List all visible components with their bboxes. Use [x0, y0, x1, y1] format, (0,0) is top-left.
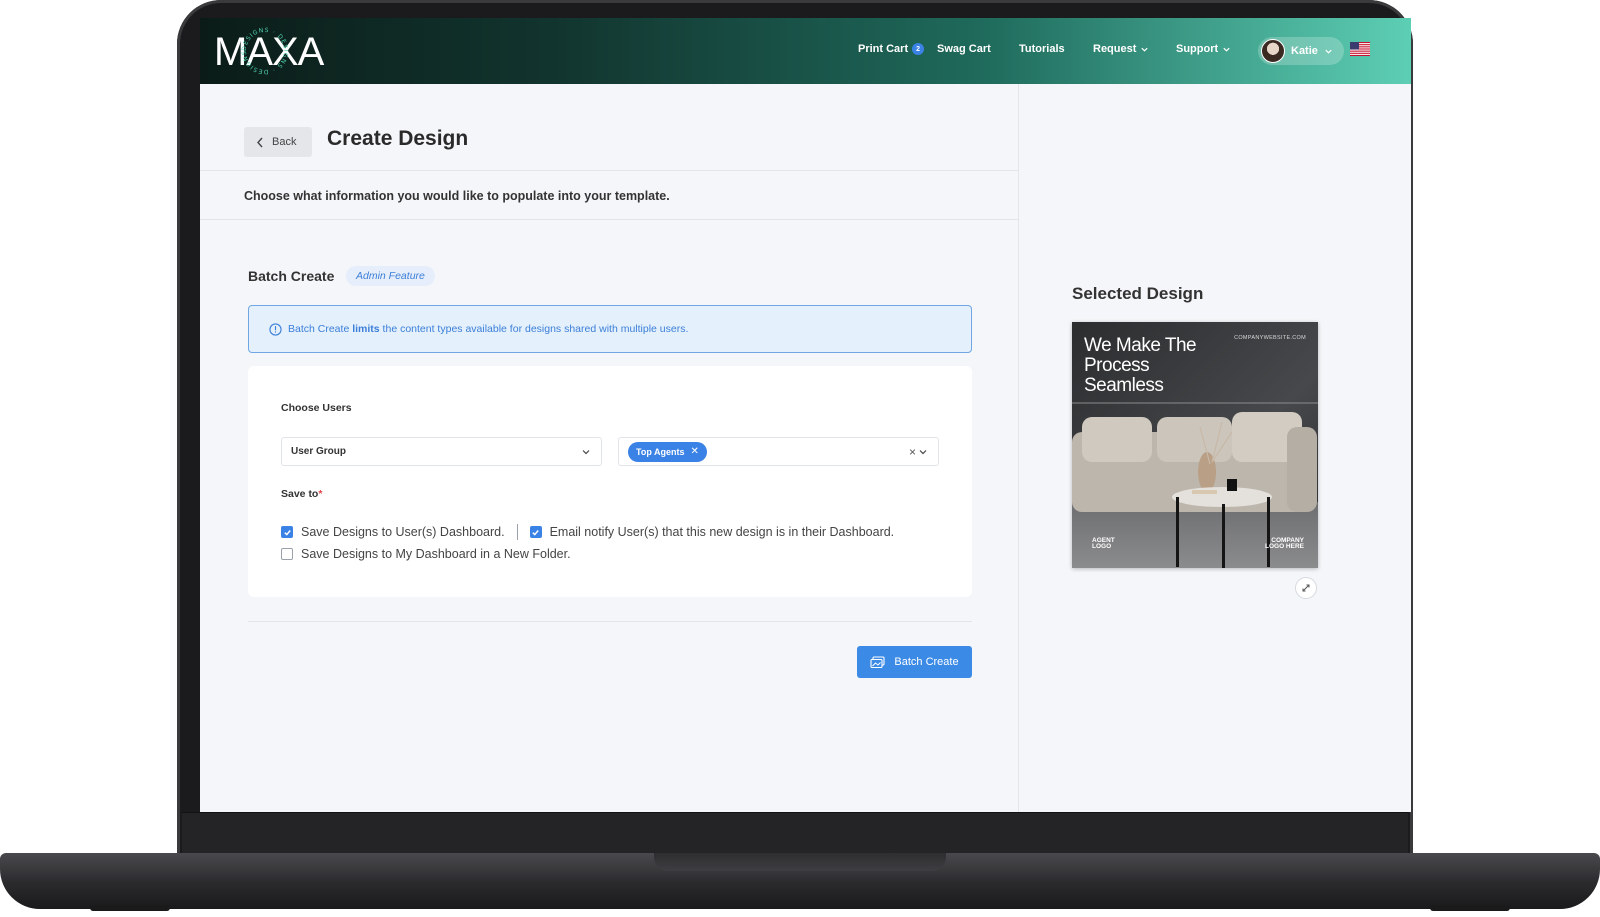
- check-icon: [532, 529, 539, 536]
- nav-swag-cart[interactable]: Swag Cart: [937, 43, 991, 55]
- divider: [200, 219, 1018, 220]
- design-stack-icon: [870, 655, 885, 668]
- laptop-notch: [654, 853, 946, 871]
- save-options-row: Save Designs to User(s) Dashboard. Email…: [281, 524, 894, 540]
- selected-design-title: Selected Design: [1072, 284, 1204, 303]
- agent-logo-placeholder: AGENT LOGO: [1092, 537, 1115, 550]
- chip-remove-icon[interactable]: ✕: [691, 446, 699, 457]
- chevron-down-icon: [1325, 49, 1332, 54]
- save-user-dashboard-checkbox[interactable]: [281, 526, 293, 538]
- chevron-down-icon: [1141, 47, 1149, 52]
- clear-icon[interactable]: ×: [909, 445, 916, 459]
- save-user-dashboard-label: Save Designs to User(s) Dashboard.: [301, 525, 505, 539]
- admin-feature-badge: Admin Feature: [346, 266, 435, 286]
- back-button[interactable]: Back: [244, 127, 312, 157]
- page-title: Create Design: [327, 127, 469, 150]
- email-notify-label: Email notify User(s) that this new desig…: [549, 525, 895, 539]
- divider: [200, 170, 1018, 171]
- company-logo-placeholder: COMPANY LOGO HERE: [1264, 537, 1304, 550]
- nav-tutorials[interactable]: Tutorials: [1019, 43, 1065, 55]
- swag-cart-label: Swag Cart: [937, 43, 991, 55]
- laptop-bezel: [182, 812, 1408, 858]
- info-alert: Batch Create limits the content types av…: [248, 305, 972, 353]
- cart-count-badge: 2: [912, 43, 925, 55]
- nav-support[interactable]: Support: [1176, 43, 1231, 55]
- option-separator: [516, 524, 518, 540]
- choose-users-label: Choose Users: [281, 402, 352, 414]
- logo-ring-icon: DESIGNS · DESIGNS · DESIGNS ·: [240, 26, 289, 75]
- user-menu[interactable]: Katie: [1258, 37, 1344, 65]
- nav-print-cart[interactable]: Print Cart 2: [858, 43, 925, 55]
- avatar: [1261, 39, 1285, 63]
- save-my-dashboard-checkbox[interactable]: [281, 548, 293, 560]
- nav-request[interactable]: Request: [1093, 43, 1149, 55]
- batch-create-label: Batch Create: [894, 656, 959, 668]
- save-my-dashboard-row: Save Designs to My Dashboard in a New Fo…: [281, 547, 571, 561]
- design-website: COMPANYWEBSITE.COM: [1234, 335, 1306, 341]
- chevron-down-icon: [1223, 47, 1230, 52]
- top-navbar: MAXA DESIGNS · DESIGNS · DESIGNS · Print…: [200, 18, 1411, 84]
- batch-create-title: Batch Create: [248, 268, 335, 284]
- tutorials-label: Tutorials: [1019, 43, 1065, 55]
- logo-ring-text: DESIGNS · DESIGNS · DESIGNS ·: [240, 26, 288, 75]
- save-to-label: Save to*: [281, 488, 323, 500]
- print-cart-label: Print Cart: [858, 43, 909, 55]
- info-icon: [269, 322, 282, 336]
- chevron-left-icon: [257, 137, 263, 147]
- expand-icon: [1302, 584, 1310, 592]
- info-text: Batch Create limits the content types av…: [288, 323, 689, 335]
- choose-users-card: Choose Users User Group Top Agents ✕ × S…: [248, 366, 972, 597]
- group-chip-label: Top Agents: [636, 446, 685, 457]
- check-icon: [283, 529, 291, 536]
- support-label: Support: [1176, 43, 1219, 55]
- us-flag-icon[interactable]: [1350, 42, 1370, 56]
- main-panel: Back Create Design Choose what informati…: [200, 84, 1018, 812]
- chevron-down-icon[interactable]: [918, 447, 928, 457]
- screen: MAXA DESIGNS · DESIGNS · DESIGNS · Print…: [200, 18, 1411, 812]
- save-my-dashboard-label: Save Designs to My Dashboard in a New Fo…: [301, 547, 571, 561]
- laptop-foot: [90, 905, 170, 911]
- chevron-down-icon: [582, 449, 590, 454]
- email-notify-checkbox[interactable]: [529, 526, 542, 538]
- group-chip: Top Agents ✕: [628, 441, 707, 462]
- divider: [248, 621, 972, 622]
- svg-text:DESIGNS · DESIGNS · DESIGNS ·: DESIGNS · DESIGNS · DESIGNS ·: [240, 26, 289, 75]
- expand-preview-button[interactable]: [1295, 577, 1317, 599]
- maxa-logo[interactable]: MAXA DESIGNS · DESIGNS · DESIGNS ·: [214, 26, 344, 76]
- user-type-select[interactable]: User Group: [281, 437, 602, 466]
- design-headline: We Make The Process Seamless: [1084, 335, 1197, 396]
- page-subtitle: Choose what information you would like t…: [244, 189, 670, 203]
- back-label: Back: [272, 136, 297, 148]
- batch-create-button[interactable]: Batch Create: [857, 646, 972, 678]
- laptop-foot: [1430, 905, 1510, 911]
- user-name: Katie: [1291, 45, 1318, 57]
- preview-panel: Selected Design We Make The Process Seam…: [1018, 84, 1411, 812]
- request-label: Request: [1093, 43, 1137, 55]
- design-preview[interactable]: We Make The Process Seamless COMPANYWEBS…: [1072, 322, 1318, 568]
- user-group-multiselect[interactable]: Top Agents ✕ ×: [618, 437, 939, 466]
- user-type-value: User Group: [291, 446, 347, 457]
